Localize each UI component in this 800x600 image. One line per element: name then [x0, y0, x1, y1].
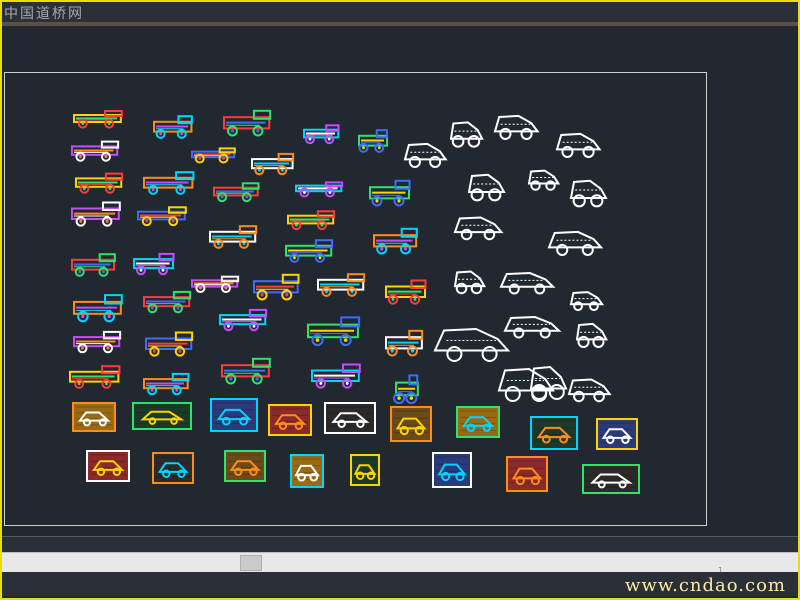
framed-sedan-icon[interactable] [456, 406, 500, 438]
concrete-mixer-icon[interactable] [384, 326, 430, 358]
framed-excavator-2-icon[interactable] [432, 452, 472, 488]
motorcycle-icon[interactable] [132, 250, 182, 276]
excavator-icon[interactable] [142, 288, 200, 314]
hauler-icon[interactable] [384, 276, 434, 306]
car-white-icon[interactable] [498, 266, 556, 298]
jeep-icon[interactable] [316, 270, 374, 298]
robot-white-icon[interactable] [452, 264, 487, 298]
ladder-truck-white-icon[interactable] [566, 372, 612, 406]
vintage-car-icon[interactable] [372, 224, 426, 256]
pickup-2-icon[interactable] [142, 370, 198, 396]
framed-excavator-icon[interactable] [268, 404, 312, 436]
model-tabs-bar [2, 536, 798, 553]
truck-white-icon[interactable] [452, 210, 504, 244]
pickup-truck-icon[interactable] [294, 180, 352, 198]
road-roller-icon[interactable] [222, 106, 280, 138]
framed-loader-2-icon[interactable] [86, 450, 130, 482]
bulldozer-icon[interactable] [68, 362, 130, 390]
mixer-truck-white-icon[interactable] [502, 310, 562, 342]
horizontal-scrollbar[interactable] [2, 552, 798, 573]
double-bus-icon[interactable] [310, 360, 370, 390]
crane-truck-icon[interactable] [306, 312, 370, 348]
framed-boat-icon[interactable] [582, 464, 640, 494]
jeep-2-icon[interactable] [220, 354, 280, 386]
tow-truck-icon[interactable] [136, 204, 196, 227]
dump-truck-icon[interactable] [144, 328, 202, 358]
bus-white-icon[interactable] [574, 316, 608, 352]
framed-plane-icon[interactable] [152, 452, 194, 484]
framed-dog-icon[interactable] [290, 454, 324, 488]
forklift-white-icon[interactable] [526, 164, 561, 194]
loader-white-icon[interactable] [528, 356, 568, 406]
framed-robot-icon[interactable] [350, 454, 380, 486]
offroad-car-icon[interactable] [72, 328, 130, 354]
boat-white-icon[interactable] [546, 224, 604, 260]
scooter-icon[interactable] [252, 270, 308, 302]
dump-truck-white-icon[interactable] [492, 108, 540, 144]
beetle-car-icon[interactable] [212, 180, 268, 203]
car-icon[interactable] [190, 146, 244, 164]
lawn-mower-white-icon[interactable] [448, 114, 484, 152]
scrollbar-thumb[interactable] [240, 555, 262, 571]
sedan-icon[interactable] [74, 170, 132, 194]
stroller-white-icon[interactable] [466, 166, 506, 206]
framed-truck-icon[interactable] [596, 418, 638, 450]
city-bus-icon[interactable] [70, 250, 124, 278]
framed-helicopter-icon[interactable] [390, 406, 432, 442]
site-watermark-cn: 中国道桥网 [4, 6, 84, 22]
bulldozer-white-icon[interactable] [554, 126, 602, 162]
backhoe-white-icon[interactable] [568, 172, 608, 212]
framed-loader-icon[interactable] [324, 402, 376, 434]
bus-icon[interactable] [208, 222, 266, 250]
tractor-icon[interactable] [286, 208, 344, 231]
limo-icon[interactable] [368, 176, 418, 208]
framed-car-icon[interactable] [72, 402, 116, 432]
bicycle-icon[interactable] [70, 198, 130, 228]
framed-truck-2-icon[interactable] [506, 456, 548, 492]
framed-loader-3-icon[interactable] [224, 450, 266, 482]
cargo-van-icon[interactable] [142, 168, 204, 196]
aircraft-white-icon[interactable] [568, 286, 605, 314]
truck-icon[interactable] [72, 108, 132, 129]
title-bar [2, 2, 798, 22]
wheelchair-icon[interactable] [357, 126, 393, 154]
framed-aircraft-icon[interactable] [132, 402, 192, 430]
bicycle-2-icon[interactable] [72, 290, 132, 324]
framed-bulldozer-icon[interactable] [530, 416, 578, 450]
site-watermark-url: www.cndao.com [625, 575, 786, 596]
tank-truck-icon[interactable] [250, 150, 302, 176]
flatbed-truck-icon[interactable] [284, 236, 342, 264]
stacker-icon[interactable] [393, 370, 422, 406]
road-roller-white-icon[interactable] [402, 136, 448, 172]
stroller-icon[interactable] [302, 122, 346, 145]
framed-building-icon[interactable] [210, 398, 258, 432]
suv-icon[interactable] [218, 306, 276, 332]
mobile-crane-icon[interactable] [152, 112, 200, 140]
fire-truck-icon[interactable] [70, 138, 128, 162]
